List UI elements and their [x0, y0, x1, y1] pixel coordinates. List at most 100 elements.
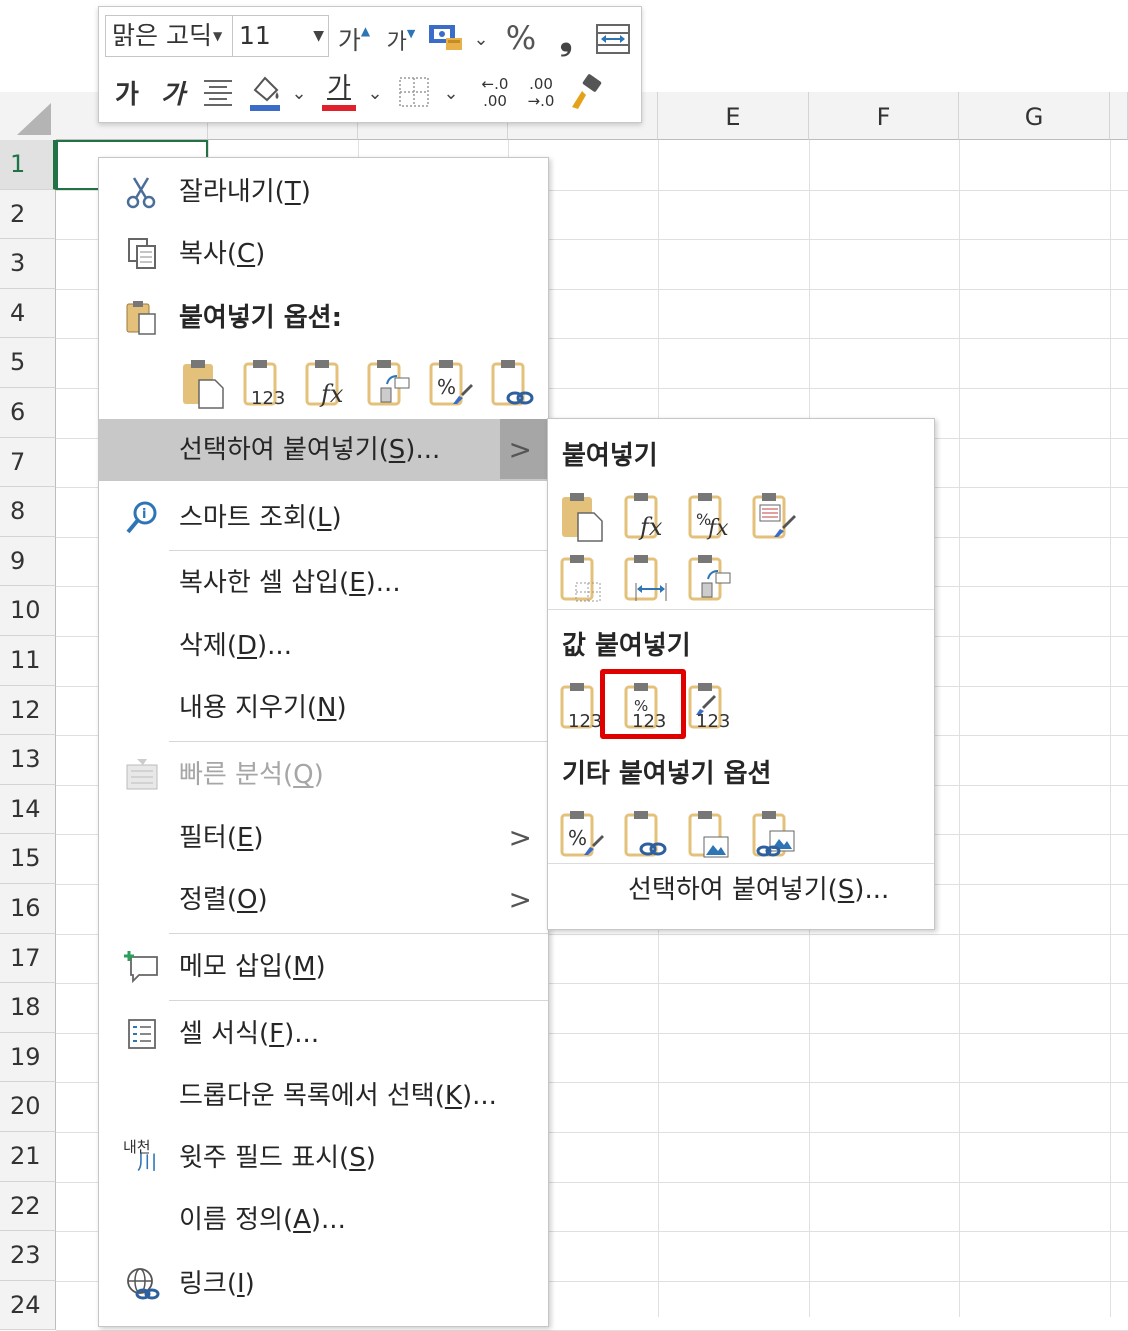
select-all-corner[interactable] [0, 92, 57, 141]
phonetic-guide-icon: 내천 川 [123, 1138, 157, 1174]
row-header-18[interactable]: 18 [0, 983, 56, 1033]
font-name-dropdown-icon[interactable]: ▼ [213, 29, 222, 43]
paste-linked-picture-icon[interactable] [750, 809, 800, 861]
row-header-7[interactable]: 7 [0, 437, 56, 488]
borders-icon[interactable] [395, 73, 433, 111]
row-header-16[interactable]: 16 [0, 884, 56, 934]
accounting-format-dropdown-icon[interactable]: ⌄ [471, 27, 491, 51]
decrease-decimal-bottom: →.0 [527, 92, 555, 110]
menu-format-cells[interactable]: 셀 서식(F)... [99, 1004, 548, 1064]
paste-transpose-icon[interactable] [686, 553, 736, 605]
font-color-swatch [322, 105, 356, 111]
paste-keep-source-formatting-icon[interactable] [750, 491, 800, 543]
shrink-font-button[interactable]: 가 ▼ [383, 23, 419, 57]
row-header-5[interactable]: 5 [0, 338, 56, 388]
paste-link-icon[interactable] [489, 358, 539, 410]
svg-text:%: % [568, 826, 587, 850]
comma-style-button[interactable]: ❟ [551, 19, 581, 57]
row-header-3[interactable]: 3 [0, 239, 56, 289]
row-header-1[interactable]: 1 [0, 140, 56, 190]
row-header-8[interactable]: 8 [0, 487, 56, 537]
paste-transpose-icon[interactable] [365, 358, 415, 410]
paste-no-borders-icon[interactable] [558, 553, 608, 605]
row-header-15[interactable]: 15 [0, 834, 56, 884]
paste-picture-icon[interactable] [686, 809, 736, 861]
row-header-20[interactable]: 20 [0, 1082, 56, 1132]
menu-pick-from-dropdown[interactable]: 드롭다운 목록에서 선택(K)... [99, 1066, 548, 1126]
menu-clear-contents[interactable]: 내용 지우기(N) [99, 678, 548, 738]
menu-paste-special[interactable]: 선택하여 붙여넣기(S)... > [99, 419, 548, 481]
paste-formulas-icon[interactable]: fx [303, 358, 353, 410]
paste-special-submenu: 붙여넣기 fx % fx 값 붙여넣기 123 % 123 123 기타 붙여넣기 … [547, 418, 935, 930]
accounting-format-icon[interactable] [425, 21, 467, 55]
menu-cut[interactable]: 잘라내기(T) [99, 162, 548, 222]
menu-sort[interactable]: 정렬(O) > [99, 870, 548, 930]
menu-show-phonetic[interactable]: 내천 川 윗주 필드 표시(S) [99, 1128, 548, 1188]
submenu-paste-special[interactable]: 선택하여 붙여넣기(S)... [628, 869, 889, 906]
row-header-22[interactable]: 22 [0, 1181, 56, 1232]
column-header-h[interactable] [1110, 92, 1128, 140]
menu-smart-lookup[interactable]: i 스마트 조회(L) [99, 488, 548, 548]
fill-color-dropdown-icon[interactable]: ⌄ [289, 79, 309, 107]
menu-link[interactable]: 링크(I) [99, 1254, 548, 1314]
gridline-vertical [1110, 140, 1111, 1317]
column-header-g[interactable]: G [959, 92, 1110, 140]
italic-button[interactable]: 가 [153, 73, 193, 111]
format-painter-icon[interactable] [565, 71, 605, 115]
paste-keep-column-widths-icon[interactable] [622, 553, 672, 605]
submenu-paste-header: 붙여넣기 [562, 441, 658, 471]
row-header-6[interactable]: 6 [0, 388, 56, 438]
paste-options-row: 123 fx % [179, 358, 539, 410]
increase-decimal-button[interactable]: ←.0 .00 [473, 71, 517, 115]
paste-all-icon[interactable] [558, 491, 608, 543]
paste-formatting-icon[interactable]: % [427, 358, 477, 410]
font-size-box[interactable]: 11 ▼ [233, 15, 329, 57]
align-center-icon[interactable] [199, 73, 237, 111]
font-color-button[interactable]: 가 [319, 69, 359, 115]
decrease-decimal-button[interactable]: .00 →.0 [519, 71, 563, 115]
row-header-19[interactable]: 19 [0, 1032, 56, 1083]
merge-center-icon[interactable] [593, 21, 633, 57]
grow-font-label: 가 [337, 26, 361, 55]
paste-values-source-formatting-icon[interactable]: 123 [686, 681, 736, 733]
row-header-17[interactable]: 17 [0, 933, 56, 984]
shrink-font-label: 가 [386, 30, 407, 55]
row-header-10[interactable]: 10 [0, 586, 56, 636]
paste-link-icon[interactable] [622, 809, 672, 861]
font-size-value: 11 [239, 21, 271, 50]
row-header-24[interactable]: 24 [0, 1280, 56, 1331]
column-header-e[interactable]: E [658, 92, 809, 140]
fill-color-icon[interactable] [245, 71, 285, 115]
paste-formulas-number-format-icon[interactable]: % fx [686, 491, 736, 543]
row-header-23[interactable]: 23 [0, 1231, 56, 1281]
column-header-f[interactable]: F [809, 92, 959, 140]
borders-dropdown-icon[interactable]: ⌄ [441, 79, 461, 107]
font-size-dropdown-icon[interactable]: ▼ [313, 16, 324, 56]
row-header-14[interactable]: 14 [0, 784, 56, 835]
menu-paste-options-header: 붙여넣기 옵션: [99, 288, 548, 348]
bold-button[interactable]: 가 [107, 73, 147, 111]
menu-filter[interactable]: 필터(E) > [99, 808, 548, 868]
svg-text:fx: fx [638, 513, 663, 541]
row-header-2[interactable]: 2 [0, 189, 56, 240]
row-header-12[interactable]: 12 [0, 685, 56, 736]
row-header-11[interactable]: 11 [0, 636, 56, 686]
row-header-21[interactable]: 21 [0, 1132, 56, 1182]
percent-style-button[interactable]: % [501, 19, 541, 57]
paste-formulas-icon[interactable]: fx [622, 491, 672, 543]
menu-delete[interactable]: 삭제(D)... [99, 616, 548, 676]
font-color-dropdown-icon[interactable]: ⌄ [365, 79, 385, 107]
submenu-separator [548, 863, 934, 864]
row-header-13[interactable]: 13 [0, 735, 56, 785]
grow-font-button[interactable]: 가 ▲ [335, 21, 373, 57]
menu-insert-comment[interactable]: 메모 삽입(M) [99, 937, 548, 997]
menu-define-name[interactable]: 이름 정의(A)... [99, 1190, 548, 1250]
menu-insert-copied-cells[interactable]: 복사한 셀 삽입(E)... [99, 553, 548, 613]
paste-formatting-icon[interactable]: % [558, 809, 608, 861]
row-header-9[interactable]: 9 [0, 536, 56, 587]
paste-default-icon[interactable] [179, 358, 229, 410]
menu-copy[interactable]: 복사(C) [99, 224, 548, 284]
paste-values-icon[interactable]: 123 [241, 358, 291, 410]
row-header-4[interactable]: 4 [0, 288, 56, 339]
format-cells-icon [123, 1016, 163, 1052]
